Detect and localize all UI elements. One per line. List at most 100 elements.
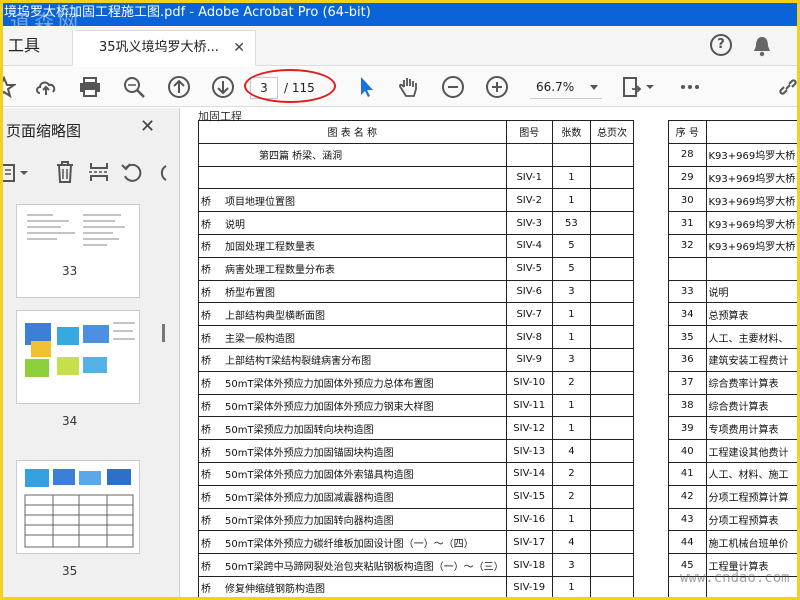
- cell-prefix: 桥: [201, 287, 211, 299]
- table-row: 桥 50mT梁体外预应力加固体外索锚具构造图 SIV-14 2: [198, 461, 635, 486]
- highlight-annotation-oval: [244, 69, 336, 103]
- close-panel-icon[interactable]: ✕: [140, 116, 155, 137]
- star-icon[interactable]: [0, 75, 16, 99]
- cell-item: 分项工程预算计算: [705, 484, 800, 509]
- table-row: 43 分项工程预算表: [668, 507, 800, 532]
- cell-code: SIV-14: [505, 461, 553, 486]
- cell-serial: 36: [668, 347, 707, 372]
- extract-pages-icon[interactable]: [88, 160, 110, 184]
- thumbnail-options-icon[interactable]: [0, 162, 30, 184]
- zoom-in-icon[interactable]: [485, 75, 509, 99]
- cell-title: 第四篇 桥梁、涵洞: [259, 151, 343, 163]
- trash-icon[interactable]: [54, 160, 76, 184]
- cell-total-pages: [589, 575, 635, 600]
- cell-prefix: 桥: [201, 493, 211, 505]
- zoom-search-icon[interactable]: [122, 75, 146, 99]
- cell-title: 上部结构T梁结构裂缝病害分布图: [225, 356, 372, 368]
- cell-total-pages: [589, 553, 635, 577]
- cell-item: 工程建设其他费计: [705, 439, 800, 463]
- watermark-bottom: www.cndao.com: [680, 570, 790, 586]
- cell-serial: 28: [668, 142, 707, 167]
- rotate-ccw-icon[interactable]: [120, 160, 144, 184]
- cell-prefix: 桥: [201, 447, 211, 459]
- cell-count: 1: [551, 165, 591, 190]
- table-row: 28 K93+969坞罗大桥: [668, 142, 800, 167]
- page-down-icon[interactable]: [211, 75, 235, 99]
- cell-serial: 43: [668, 507, 707, 532]
- zoom-level-dropdown[interactable]: 66.7%: [530, 75, 602, 99]
- table-row: 32 K93+969坞罗大桥: [668, 233, 800, 258]
- cell-serial: 34: [668, 302, 707, 327]
- tab-document-label: 35巩义境坞罗大桥...: [99, 40, 219, 55]
- tab-document[interactable]: 35巩义境坞罗大桥... ✕: [72, 30, 256, 66]
- cell-total-pages: [589, 370, 635, 395]
- table-row: 桥 50mT梁体外预应力加固体外预应力钢束大样图 SIV-11 1: [198, 393, 635, 418]
- cell-title: 50mT梁体外预应力加固体外索锚具构造图: [225, 470, 414, 482]
- table-row: SIV-1 1: [198, 165, 635, 190]
- cell-prefix: 桥: [201, 356, 211, 368]
- cell-code: SIV-17: [505, 530, 553, 555]
- main-toolbar: 3 / 115 66.7%: [0, 67, 800, 107]
- cell-name: 第四篇 桥梁、涵洞: [198, 142, 507, 167]
- cell-code: SIV-11: [505, 393, 553, 418]
- cell-prefix: 桥: [201, 196, 211, 208]
- cell-count: 1: [551, 393, 591, 418]
- cell-code: SIV-19: [505, 575, 553, 600]
- table-row: 29 K93+969坞罗大桥: [668, 165, 800, 190]
- page-fit-icon[interactable]: [620, 75, 644, 99]
- cloud-upload-icon[interactable]: [34, 75, 58, 99]
- zoom-level-value: 66.7%: [536, 80, 575, 94]
- table-row: [668, 256, 800, 281]
- cell-prefix: 桥: [201, 515, 211, 527]
- cell-total-pages: [589, 507, 635, 532]
- cell-prefix: 桥: [201, 333, 211, 345]
- select-cursor-icon[interactable]: [355, 75, 379, 99]
- cell-name: 桥 50mT梁预应力加固转向块构造图: [198, 416, 507, 441]
- cell-item: K93+969坞罗大桥: [705, 142, 800, 167]
- panel-scrollbar-thumb[interactable]: [162, 324, 165, 342]
- cell-title: 50mT梁体外预应力加固锚固块构造图: [225, 447, 394, 459]
- table-row: 40 工程建设其他费计: [668, 439, 800, 463]
- bell-icon[interactable]: [752, 35, 772, 57]
- cell-count: 1: [551, 302, 591, 327]
- cell-name: 桥 修复伸缩缝钢筋构造图: [198, 575, 507, 600]
- cell-name: 桥 项目地理位置图: [198, 188, 507, 213]
- document-view: 加固工程 图 表 名 称 图号 张数 总页次 第四篇 桥梁、涵洞 SIV-1 1 桥项…: [181, 108, 800, 600]
- cell-name: 桥 50mT梁体外预应力加固转向器构造图: [198, 507, 507, 532]
- hand-tool-icon[interactable]: [397, 75, 421, 99]
- cell-code: SIV-12: [505, 416, 553, 441]
- page-preview: [25, 322, 135, 377]
- cell-item: K93+969坞罗大桥: [705, 211, 800, 235]
- cell-total-pages: [589, 211, 635, 235]
- cell-name: 桥 说明: [198, 211, 507, 235]
- thumbnail-page-35[interactable]: [16, 460, 140, 554]
- cell-total-pages: [589, 188, 635, 213]
- print-icon[interactable]: [78, 75, 102, 99]
- zoom-out-icon[interactable]: [441, 75, 465, 99]
- cell-code: SIV-10: [505, 370, 553, 395]
- thumbnail-page-33[interactable]: [16, 204, 140, 298]
- thumbnail-page-34[interactable]: [16, 310, 140, 404]
- cell-code: SIV-1: [505, 165, 553, 190]
- cell-count: 2: [551, 461, 591, 486]
- link-icon[interactable]: [776, 75, 800, 99]
- help-icon[interactable]: ?: [710, 34, 732, 56]
- cell-total-pages: [589, 302, 635, 327]
- cell-code: SIV-4: [505, 233, 553, 258]
- table-row: 42 分项工程预算计算: [668, 484, 800, 509]
- cell-total-pages: [589, 256, 635, 281]
- table-row: 桥 说明 SIV-3 53: [198, 211, 635, 235]
- page-up-icon[interactable]: [167, 75, 191, 99]
- cell-item: [705, 256, 800, 281]
- rotate-cw-icon[interactable]: [154, 160, 168, 184]
- more-options-icon[interactable]: [678, 75, 702, 99]
- cell-title: 50mT梁预应力加固转向块构造图: [225, 424, 374, 436]
- cell-item: 人工、材料、施工: [705, 461, 800, 486]
- table-row: 桥 50mT梁体外预应力加固体外预应力总体布置图 SIV-10 2: [198, 370, 635, 395]
- table-row: 桥 50mT梁体外预应力加固减震器构造图 SIV-15 2: [198, 484, 635, 509]
- thumbnails-panel: 页面缩略图 ✕ 33 34 35: [0, 108, 180, 600]
- table-row: 桥 上部结构典型横断面图 SIV-7 1: [198, 302, 635, 327]
- page-fit-chevron-icon[interactable]: [644, 75, 656, 99]
- close-tab-icon[interactable]: ✕: [233, 31, 245, 65]
- table-row: 38 综合费计算表: [668, 393, 800, 418]
